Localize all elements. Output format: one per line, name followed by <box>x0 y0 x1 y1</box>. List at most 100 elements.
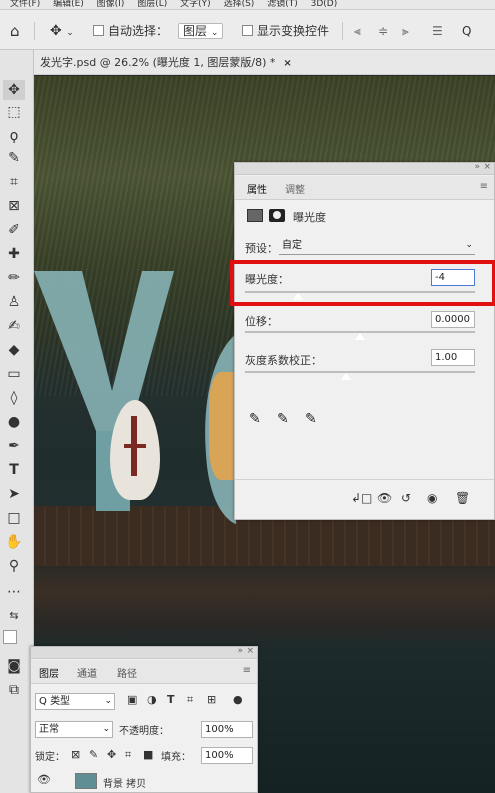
align-right-icon[interactable]: ⫸ <box>402 21 409 41</box>
clip-to-layer-icon[interactable]: ↲□ <box>351 491 372 505</box>
collapse-icon[interactable]: » <box>237 646 243 656</box>
lock-artboard-icon[interactable]: ⌗ <box>125 748 131 762</box>
foreground-color-swatch[interactable] <box>3 630 17 644</box>
filter-kind-dropdown[interactable]: Q 类型 ⌄ <box>35 693 115 710</box>
lasso-tool-icon[interactable]: ϙ <box>3 126 25 146</box>
tab-paths[interactable]: 路径 <box>117 665 137 680</box>
pixel-filter-icon[interactable]: ▣ <box>127 693 137 706</box>
align-left-icon[interactable]: ⫷ <box>354 21 361 41</box>
opacity-label: 不透明度： <box>119 726 169 737</box>
screen-mode-icon[interactable]: ⧉ <box>3 680 25 700</box>
view-previous-icon[interactable]: 👁 <box>377 491 392 505</box>
close-icon[interactable]: × <box>246 646 254 656</box>
more-tools-icon[interactable]: ⋯ <box>3 582 25 602</box>
show-transform-checkbox[interactable]: 显示变换控件 <box>242 21 329 41</box>
align-center-icon[interactable]: ≑ <box>378 21 388 41</box>
tab-layers[interactable]: 图层 <box>39 665 59 680</box>
panel-menu-icon[interactable]: ≡ <box>480 181 488 192</box>
gradient-tool-icon[interactable]: ▭ <box>3 364 25 384</box>
mask-icon[interactable] <box>269 209 285 222</box>
preset-label: 预设： <box>245 242 278 255</box>
hand-tool-icon[interactable]: ✋ <box>3 532 25 552</box>
menu-edit[interactable]: 编辑(E) <box>53 0 84 9</box>
gray-eyedropper-icon[interactable]: ✎ <box>277 411 289 427</box>
menu-filter[interactable]: 滤镜(T) <box>267 0 298 9</box>
show-transform-label: 显示变换控件 <box>257 24 330 38</box>
healing-tool-icon[interactable]: ✚ <box>3 244 25 264</box>
fill-input[interactable]: 100% <box>201 747 253 764</box>
auto-select-checkbox[interactable]: 自动选择： <box>93 21 168 41</box>
search-icon[interactable]: Q <box>462 21 471 41</box>
menu-type[interactable]: 文字(Y) <box>180 0 211 9</box>
pen-tool-icon[interactable]: ✒ <box>3 436 25 456</box>
eye-icon[interactable]: 👁 <box>37 773 51 786</box>
adjustment-icon <box>247 209 263 222</box>
checkbox-icon[interactable] <box>93 25 104 36</box>
menu-3d[interactable]: 3D(D) <box>311 0 338 9</box>
crop-tool-icon[interactable]: ⌗ <box>3 172 25 192</box>
menu-image[interactable]: 图像(I) <box>97 0 125 9</box>
layers-panel-header: » × <box>31 646 257 659</box>
layer-row[interactable]: 👁 背景 拷贝 <box>31 771 257 791</box>
type-tool-icon[interactable]: T <box>3 460 25 480</box>
brush-tool-icon[interactable]: ✏ <box>3 268 25 288</box>
black-eyedropper-icon[interactable]: ✎ <box>249 411 261 427</box>
menu-file[interactable]: 文件(F) <box>10 0 40 9</box>
menu-layer[interactable]: 图层(L) <box>137 0 167 9</box>
quick-mask-icon[interactable]: ◙ <box>3 656 25 676</box>
lock-label: 锁定： <box>35 752 65 763</box>
eyedropper-tool-icon[interactable]: ✐ <box>3 220 25 240</box>
blend-mode-dropdown[interactable]: 正常 ⌄ <box>35 721 113 738</box>
eraser-tool-icon[interactable]: ◆ <box>3 340 25 360</box>
offset-slider-thumb[interactable] <box>355 333 365 340</box>
preset-dropdown[interactable]: 自定 ⌄ <box>279 238 475 255</box>
rectangle-tool-icon[interactable]: □ <box>3 508 25 528</box>
properties-panel: » × 属性 调整 ≡ 曝光度 预设： 自定 ⌄ 曝光度： -4 位移： 0.0… <box>234 162 495 520</box>
path-select-icon[interactable]: ➤ <box>3 484 25 504</box>
tab-channels[interactable]: 通道 <box>77 665 97 680</box>
home-icon[interactable]: ⌂ <box>10 21 20 41</box>
move-icon[interactable]: ✥ ⌄ <box>50 21 74 41</box>
filter-toggle-icon[interactable]: ● <box>233 693 243 706</box>
distribute-icon[interactable]: ☰ <box>432 21 443 41</box>
lock-all-icon[interactable]: ■ <box>143 748 153 761</box>
layer-select-dropdown[interactable]: 图层 ⌄ <box>178 21 224 41</box>
collapse-icon[interactable]: » <box>474 162 480 172</box>
frame-tool-icon[interactable]: ⊠ <box>3 196 25 216</box>
history-brush-icon[interactable]: ✍ <box>3 316 25 336</box>
lock-pixels-icon[interactable]: ✎ <box>89 748 98 761</box>
dodge-tool-icon[interactable]: ● <box>3 412 25 432</box>
type-filter-icon[interactable]: T <box>167 693 175 706</box>
menu-select[interactable]: 选择(S) <box>224 0 255 9</box>
document-tab[interactable]: 发光字.psd @ 26.2% (曝光度 1, 图层蒙版/8) * × <box>40 53 292 75</box>
lock-transparent-icon[interactable]: ⊠ <box>71 748 80 761</box>
delete-icon[interactable]: 🗑 <box>455 491 470 505</box>
close-icon[interactable]: × <box>283 58 291 69</box>
adjustment-filter-icon[interactable]: ◑ <box>147 693 157 706</box>
visibility-icon[interactable]: ◉ <box>427 491 437 505</box>
marquee-tool-icon[interactable]: ⬚ <box>3 102 25 122</box>
lock-position-icon[interactable]: ✥ <box>107 748 116 761</box>
gamma-slider-thumb[interactable] <box>341 373 352 380</box>
swap-colors-icon[interactable]: ⇆ <box>3 606 25 626</box>
layers-panel: » × 图层 通道 路径 ≡ Q 类型 ⌄ ▣ ◑ T ⌗ ⊞ ● 正常 ⌄ 不… <box>30 646 258 793</box>
reset-icon[interactable]: ↺ <box>401 491 411 505</box>
move-tool-icon[interactable]: ✥ <box>3 80 25 100</box>
checkbox-icon[interactable] <box>242 25 253 36</box>
shape-filter-icon[interactable]: ⌗ <box>187 693 193 707</box>
opacity-input[interactable]: 100% <box>201 721 253 738</box>
blur-tool-icon[interactable]: ◊ <box>3 388 25 408</box>
tab-properties[interactable]: 属性 <box>247 181 267 196</box>
offset-input[interactable]: 0.0000 <box>431 311 475 328</box>
stamp-tool-icon[interactable]: ♙ <box>3 292 25 312</box>
close-icon[interactable]: × <box>483 162 491 172</box>
tab-adjustments[interactable]: 调整 <box>285 181 305 196</box>
options-bar: ⌂ ✥ ⌄ 自动选择： 图层 ⌄ 显示变换控件 ⫷ ≑ ⫸ ☰ Q <box>0 10 495 50</box>
gamma-slider-track[interactable] <box>245 371 475 373</box>
gamma-input[interactable]: 1.00 <box>431 349 475 366</box>
smart-object-filter-icon[interactable]: ⊞ <box>207 693 216 706</box>
zoom-tool-icon[interactable]: ⚲ <box>3 556 25 576</box>
quick-select-icon[interactable]: ✎ <box>3 148 25 168</box>
white-eyedropper-icon[interactable]: ✎ <box>305 411 317 427</box>
panel-menu-icon[interactable]: ≡ <box>243 665 251 676</box>
